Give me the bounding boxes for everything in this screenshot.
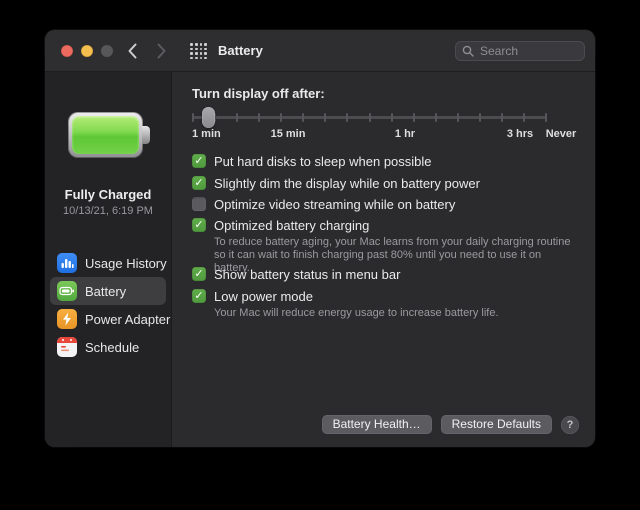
footer-buttons: Battery Health… Restore Defaults ? <box>321 415 579 434</box>
tick-label: 1 hr <box>394 128 416 140</box>
checkbox-dim-display[interactable] <box>192 176 206 190</box>
tick-label: 1 min <box>192 128 221 140</box>
back-button[interactable] <box>127 43 137 59</box>
slider-ticks <box>192 113 547 122</box>
display-off-slider[interactable] <box>192 106 547 128</box>
slider-tick-labels: 1 min 15 min 1 hr 3 hrs Never <box>192 128 582 142</box>
lightning-bolt-icon <box>57 309 77 329</box>
titlebar: Battery <box>45 30 595 72</box>
checkbox-row-menu-bar-status: Show battery status in menu bar <box>192 263 400 285</box>
sidebar-item-label: Power Adapter <box>85 311 171 327</box>
sidebar: Fully Charged 10/13/21, 6:19 PM Usage Hi… <box>45 72 172 447</box>
checkbox-label: Optimized battery charging <box>214 217 370 233</box>
checkbox-menu-bar-status[interactable] <box>192 267 206 281</box>
checkbox-optimized-charging[interactable] <box>192 218 206 232</box>
help-button[interactable]: ? <box>561 415 579 434</box>
page-title: Battery <box>218 43 263 58</box>
checkbox-label: Optimize video streaming while on batter… <box>214 196 456 212</box>
checkbox-row-dim-display: Slightly dim the display while on batter… <box>192 172 480 194</box>
sidebar-item-power-adapter[interactable]: Power Adapter <box>50 305 170 333</box>
sidebar-item-battery[interactable]: Battery <box>50 277 166 305</box>
battery-preferences-window: Battery Fully Charged 10/13/21, 6:19 PM <box>45 30 595 447</box>
sidebar-item-label: Schedule <box>85 339 140 355</box>
desktop-background: Battery Fully Charged 10/13/21, 6:19 PM <box>0 0 640 510</box>
checkbox-label: Show battery status in menu bar <box>214 266 401 282</box>
bar-chart-icon <box>57 253 77 273</box>
tick-label: Never <box>545 128 577 140</box>
forward-button[interactable] <box>157 43 167 59</box>
sidebar-list: Usage History Battery Power Adapter Sche… <box>45 249 171 361</box>
checkbox-hard-disks[interactable] <box>192 154 206 168</box>
checkbox-low-power-mode[interactable] <box>192 289 206 303</box>
traffic-lights <box>61 45 113 57</box>
close-button[interactable] <box>61 45 73 57</box>
battery-status-date: 10/13/21, 6:19 PM <box>63 205 153 217</box>
checkbox-row-hard-disks: Put hard disks to sleep when possible <box>192 150 432 172</box>
chevron-right-icon <box>157 43 166 59</box>
battery-status-title: Fully Charged <box>64 187 152 202</box>
low-power-mode-description: Your Mac will reduce energy usage to inc… <box>214 307 499 319</box>
sidebar-item-label: Usage History <box>85 255 167 271</box>
slider-thumb[interactable] <box>202 107 215 128</box>
battery-icon <box>57 281 77 301</box>
restore-defaults-button[interactable]: Restore Defaults <box>440 415 552 434</box>
checkbox-label: Low power mode <box>214 288 313 304</box>
search-field <box>455 41 585 61</box>
checkbox-row-optimized-charging: Optimized battery charging <box>192 214 369 236</box>
checkbox-video-streaming[interactable] <box>192 197 206 211</box>
checkbox-row-video-streaming: Optimize video streaming while on batter… <box>192 193 455 215</box>
tick-label: 3 hrs <box>506 128 534 140</box>
minimize-button[interactable] <box>81 45 93 57</box>
checkbox-row-low-power-mode: Low power mode <box>192 285 313 307</box>
display-off-slider-label: Turn display off after: <box>192 86 325 101</box>
search-input[interactable] <box>455 41 585 61</box>
show-all-grid-icon[interactable] <box>190 43 207 59</box>
chevron-left-icon <box>128 43 137 59</box>
calendar-icon <box>57 337 77 357</box>
sidebar-item-schedule[interactable]: Schedule <box>50 333 166 361</box>
battery-pane-content: Turn display off after: 1 min 15 min 1 h… <box>173 72 595 447</box>
sidebar-item-label: Battery <box>85 283 127 299</box>
battery-health-button[interactable]: Battery Health… <box>321 415 432 434</box>
battery-status-image <box>68 112 150 158</box>
tick-label: 15 min <box>270 128 306 140</box>
checkbox-label: Slightly dim the display while on batter… <box>214 175 480 191</box>
zoom-button[interactable] <box>101 45 113 57</box>
search-icon <box>462 45 474 57</box>
checkbox-label: Put hard disks to sleep when possible <box>214 153 432 169</box>
sidebar-item-usage-history[interactable]: Usage History <box>50 249 167 277</box>
